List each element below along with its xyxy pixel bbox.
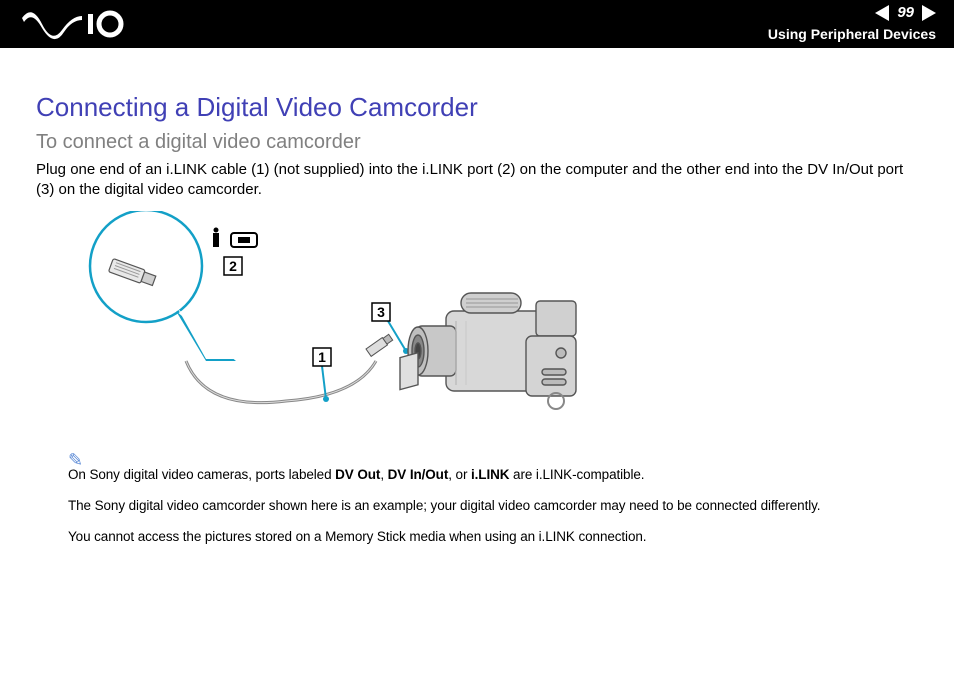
intro-paragraph: Plug one end of an i.LINK cable (1) (not…: [36, 160, 918, 201]
page-title: Connecting a Digital Video Camcorder: [36, 92, 918, 123]
note-2: The Sony digital video camcorder shown h…: [68, 498, 918, 513]
note-1-text-a: On Sony digital video cameras, ports lab…: [68, 467, 335, 482]
vaio-logo: [20, 8, 130, 45]
callout-2: 2: [229, 258, 237, 274]
note-1-bold-2: DV In/Out: [388, 467, 449, 482]
header-bar: 99 Using Peripheral Devices: [0, 0, 954, 48]
notes-block: ✎ On Sony digital video cameras, ports l…: [68, 450, 918, 544]
note-1-text-c: ,: [380, 467, 387, 482]
callout-1: 1: [318, 349, 326, 365]
page-number: 99: [895, 4, 916, 21]
next-page-button[interactable]: [922, 5, 936, 21]
note-1-text-d: , or: [448, 467, 471, 482]
diagram-svg: 2 3 1: [66, 211, 626, 441]
note-1: On Sony digital video cameras, ports lab…: [68, 467, 918, 482]
callout-3: 3: [377, 304, 385, 320]
note-1-bold-1: DV Out: [335, 467, 380, 482]
note-1-text-e: are i.LINK-compatible.: [509, 467, 644, 482]
page-content: Connecting a Digital Video Camcorder To …: [0, 48, 954, 544]
page-nav: 99: [875, 4, 936, 21]
prev-page-button[interactable]: [875, 5, 889, 21]
note-1-bold-3: i.LINK: [471, 467, 509, 482]
page-subtitle: To connect a digital video camcorder: [36, 131, 918, 154]
connection-diagram: 2 3 1: [66, 211, 918, 446]
section-title: Using Peripheral Devices: [768, 26, 936, 42]
vaio-logo-svg: [20, 8, 130, 40]
note-3: You cannot access the pictures stored on…: [68, 529, 918, 544]
